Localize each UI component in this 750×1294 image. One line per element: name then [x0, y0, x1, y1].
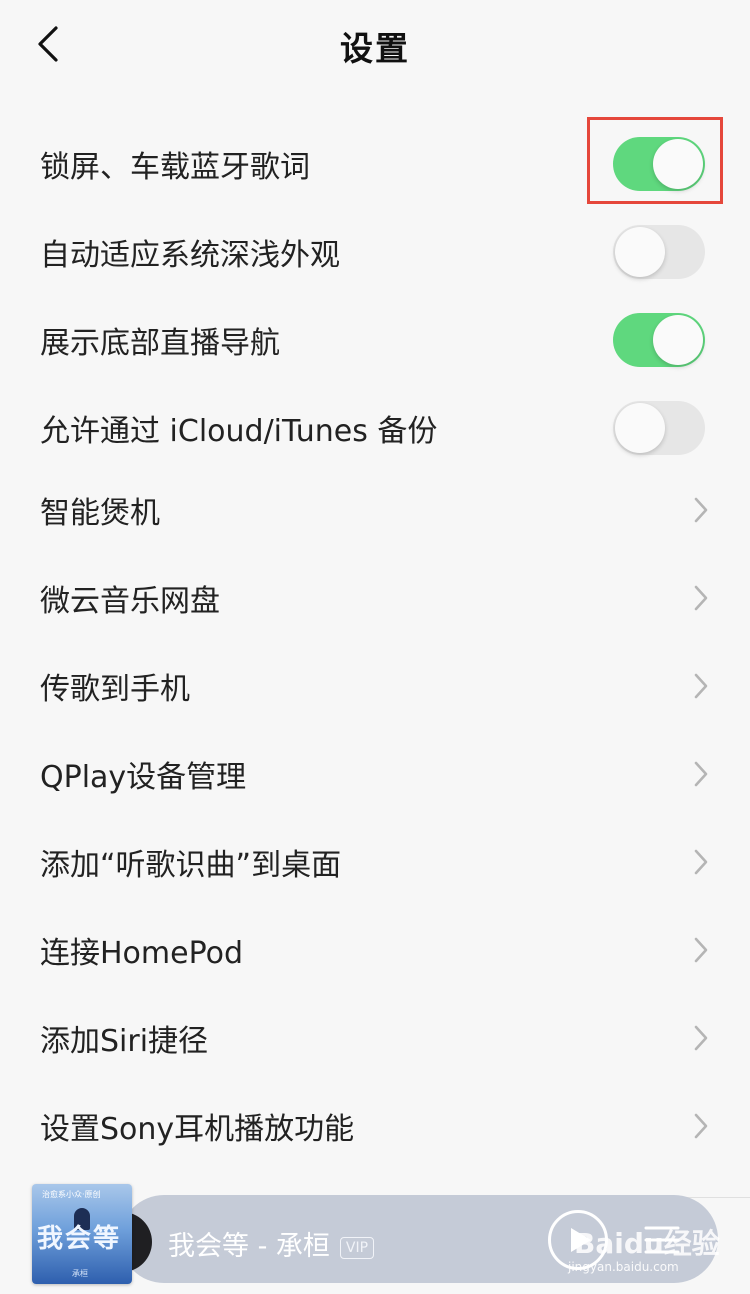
toggle-switch[interactable] — [613, 401, 705, 455]
setting-row-song-recognition-shortcut[interactable]: 添加“听歌识曲”到桌面 — [0, 818, 750, 906]
baidu-watermark: Baidu经验 jingyan.baidu.com — [560, 1218, 730, 1278]
setting-label: 添加Siri捷径 — [40, 1024, 209, 1059]
setting-label: 锁屏、车载蓝牙歌词 — [40, 150, 310, 185]
cover-title: 我会等 — [37, 1224, 122, 1254]
chevron-right-icon — [694, 585, 708, 611]
setting-row-auto-appearance: 自动适应系统深浅外观 — [0, 208, 750, 296]
toggle-knob — [653, 315, 703, 365]
setting-label: QPlay设备管理 — [40, 760, 247, 795]
setting-label: 展示底部直播导航 — [40, 326, 280, 361]
setting-label: 微云音乐网盘 — [40, 584, 220, 619]
vip-badge: VIP — [339, 1236, 375, 1259]
watermark-url: jingyan.baidu.com — [568, 1260, 679, 1274]
chevron-right-icon — [694, 497, 708, 523]
cover-tagline: 治愈系小众·原创 — [42, 1190, 101, 1199]
chevron-right-icon — [694, 1025, 708, 1051]
setting-row-weiyun-disk[interactable]: 微云音乐网盘 — [0, 554, 750, 642]
highlight-annotation-box — [587, 117, 723, 204]
setting-label: 智能煲机 — [40, 496, 160, 531]
setting-row-transfer-songs[interactable]: 传歌到手机 — [0, 642, 750, 730]
cover-artist: 承桓 — [72, 1269, 88, 1278]
song-name: 我会等 - 承桓 — [168, 1231, 330, 1262]
now-playing-title[interactable]: 我会等 - 承桓 VIP — [168, 1224, 375, 1263]
setting-label: 添加“听歌识曲”到桌面 — [40, 848, 342, 883]
setting-label: 设置Sony耳机播放功能 — [40, 1112, 355, 1147]
chevron-right-icon — [694, 673, 708, 699]
toggle-switch[interactable] — [613, 225, 705, 279]
setting-row-qplay[interactable]: QPlay设备管理 — [0, 730, 750, 818]
page-title: 设置 — [340, 29, 410, 68]
chevron-right-icon — [694, 937, 708, 963]
setting-row-siri-shortcut[interactable]: 添加Siri捷径 — [0, 994, 750, 1082]
setting-row-live-nav: 展示底部直播导航 — [0, 296, 750, 384]
setting-row-icloud-backup: 允许通过 iCloud/iTunes 备份 — [0, 384, 750, 472]
setting-row-homepod[interactable]: 连接HomePod — [0, 906, 750, 994]
setting-label: 传歌到手机 — [40, 672, 190, 707]
watermark-text: Baidu经验 — [574, 1227, 720, 1260]
album-cover[interactable]: 治愈系小众·原创 我会等 承桓 — [32, 1184, 132, 1284]
settings-screen: 设置 锁屏、车载蓝牙歌词 自动适应系统深浅外观 展示底部直播导航 允许通过 iC… — [0, 0, 750, 1294]
toggle-knob — [615, 403, 665, 453]
setting-label: 允许通过 iCloud/iTunes 备份 — [40, 414, 438, 449]
nav-header: 设置 — [0, 0, 750, 92]
setting-row-sony-headphones[interactable]: 设置Sony耳机播放功能 — [0, 1082, 750, 1170]
chevron-right-icon — [694, 761, 708, 787]
chevron-right-icon — [694, 849, 708, 875]
chevron-right-icon — [694, 1113, 708, 1139]
setting-label: 自动适应系统深浅外观 — [40, 238, 340, 273]
toggle-switch[interactable] — [613, 313, 705, 367]
toggle-knob — [615, 227, 665, 277]
setting-row-smart-burn-in[interactable]: 智能煲机 — [0, 466, 750, 554]
setting-label: 连接HomePod — [40, 936, 244, 971]
